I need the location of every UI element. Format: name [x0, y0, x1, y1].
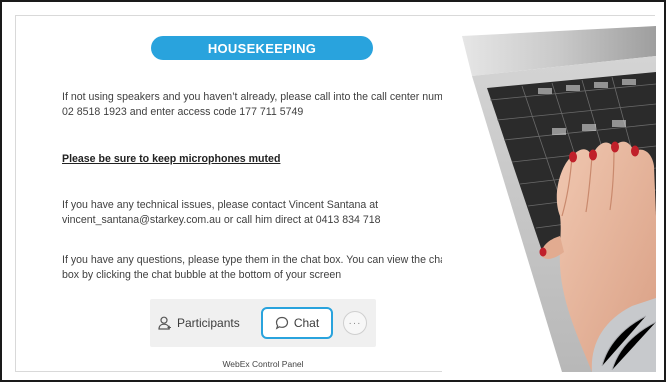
participants-button[interactable]: Participants [158, 309, 240, 337]
slide-frame: HOUSEKEEPING If not using speakers and y… [0, 0, 666, 382]
questions-chat-instructions: If you have any questions, please type t… [62, 254, 449, 281]
laptop-with-hand-photo [442, 16, 656, 372]
more-button[interactable]: ··· [343, 311, 367, 335]
control-panel-caption: WebEx Control Panel [222, 359, 304, 369]
call-in-instructions: If not using speakers and you haven’t al… [62, 91, 459, 118]
mute-microphones-notice: Please be sure to keep microphones muted [62, 153, 281, 165]
more-icon: ··· [348, 317, 362, 329]
webex-control-panel: Participants Chat ··· [150, 299, 376, 347]
chat-label: Chat [293, 316, 320, 330]
housekeeping-heading: HOUSEKEEPING [151, 36, 373, 60]
person-icon [158, 316, 171, 330]
chat-bubble-icon [275, 316, 288, 330]
technical-support-contact: If you have any technical issues, please… [62, 199, 381, 226]
participants-label: Participants [177, 316, 240, 330]
chat-button[interactable]: Chat [261, 307, 333, 339]
